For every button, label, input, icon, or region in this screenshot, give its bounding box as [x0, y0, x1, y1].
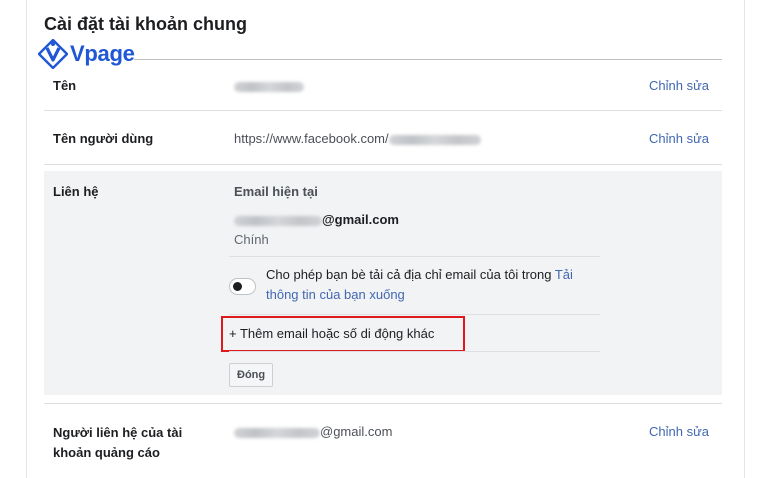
vpage-logo: Vpage	[38, 38, 135, 70]
ad-contact-label: Người liên hệ của tài khoản quảng cáo	[53, 425, 183, 460]
contact-label: Liên hệ	[53, 184, 99, 199]
close-button[interactable]: Đóng	[229, 363, 274, 387]
share-email-text: Cho phép bạn bè tải cả địa chỉ email của…	[266, 265, 606, 305]
name-label: Tên	[53, 78, 77, 93]
contact-divider	[229, 351, 600, 352]
contact-divider	[229, 314, 600, 315]
name-redacted	[234, 81, 304, 92]
email-redacted	[234, 215, 322, 226]
email-domain: @gmail.com	[322, 212, 399, 227]
title-divider	[134, 59, 722, 60]
name-edit-link[interactable]: Chỉnh sửa	[649, 78, 709, 93]
username-edit-link[interactable]: Chỉnh sửa	[649, 131, 709, 146]
username-redacted	[388, 134, 481, 145]
ad-email-redacted	[234, 427, 320, 438]
username-label: Tên người dùng	[53, 131, 154, 146]
current-email-heading: Email hiện tại	[234, 184, 318, 199]
share-email-description: Cho phép bạn bè tải cả địa chỉ email của…	[266, 267, 555, 282]
add-contact-link[interactable]: + Thêm email hoặc số di động khác	[229, 326, 434, 341]
row-divider	[44, 110, 722, 111]
email-status: Chính	[234, 232, 269, 247]
name-value	[234, 78, 304, 93]
vpage-logo-icon	[38, 39, 68, 69]
ad-email-domain: @gmail.com	[320, 424, 393, 439]
ad-contact-edit-link[interactable]: Chỉnh sửa	[649, 424, 709, 439]
row-divider	[44, 403, 722, 404]
contact-divider	[229, 256, 600, 257]
share-email-toggle[interactable]	[229, 278, 256, 295]
username-url-prefix: https://www.facebook.com/	[234, 131, 389, 146]
toggle-knob	[233, 282, 242, 291]
logo-text: Vpage	[70, 41, 135, 66]
page-title: Cài đặt tài khoản chung	[44, 14, 248, 34]
ad-contact-email: @gmail.com	[234, 424, 392, 439]
current-email: @gmail.com	[234, 212, 399, 227]
username-value: https://www.facebook.com/	[234, 131, 481, 146]
row-divider	[44, 164, 722, 165]
